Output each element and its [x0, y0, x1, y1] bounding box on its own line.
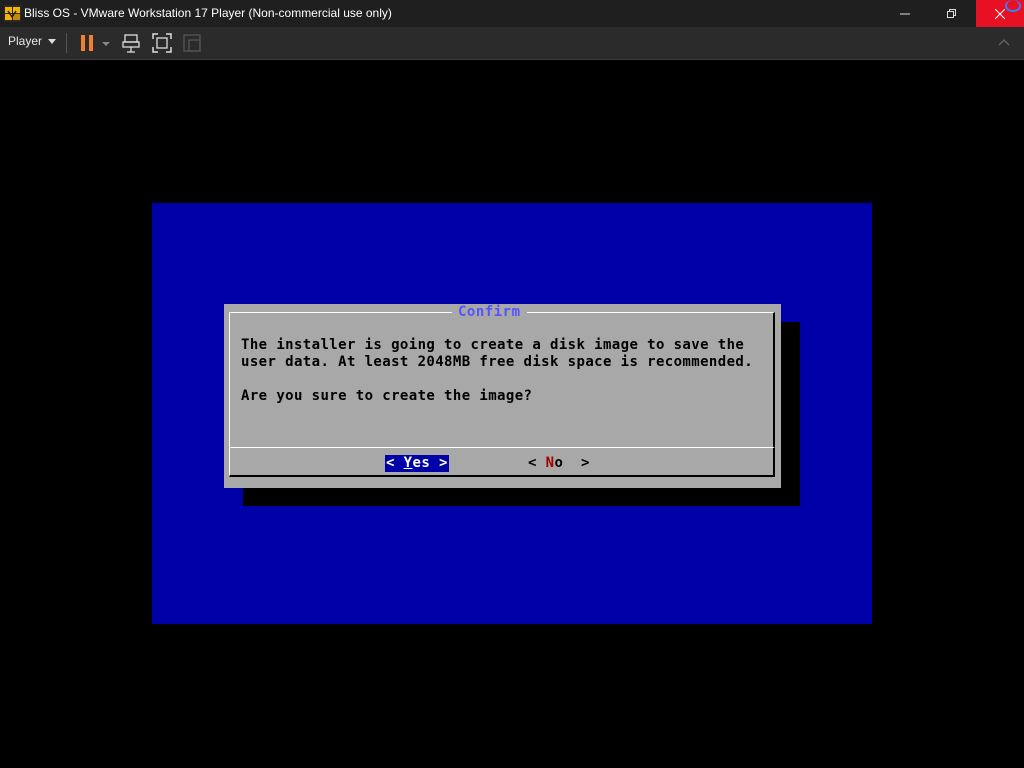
cursor-indicator [1005, 0, 1021, 12]
unity-icon[interactable] [181, 32, 203, 54]
dialog-message-line-2: user data. At least 2048MB free disk spa… [241, 354, 754, 370]
maximize-icon [947, 8, 956, 18]
confirm-dialog: Confirm The installer is going to create… [224, 304, 781, 488]
player-menu-button[interactable]: Player [8, 34, 57, 48]
maximize-button[interactable] [928, 0, 974, 27]
minimize-button[interactable] [882, 0, 928, 27]
close-icon [995, 8, 1005, 19]
no-button[interactable]: < No > [528, 455, 590, 472]
player-toolbar: Player [0, 27, 1024, 60]
window-title: Bliss OS - VMware Workstation 17 Player … [24, 6, 392, 20]
yes-button-hotkey: Y [403, 455, 413, 471]
minimize-icon [900, 13, 910, 14]
yes-button-prefix: < [386, 455, 404, 471]
vmware-player-window: Bliss OS - VMware Workstation 17 Player … [0, 0, 1024, 768]
dialog-message-line-1: The installer is going to create a disk … [241, 337, 745, 353]
no-button-hotkey: N [545, 455, 555, 471]
player-menu-label: Player [8, 34, 43, 48]
yes-button[interactable]: < Yes > [385, 455, 449, 472]
no-button-rest: o > [554, 455, 590, 471]
chevron-down-icon [48, 38, 57, 44]
send-ctrl-alt-del-icon[interactable] [121, 32, 143, 54]
vmware-player-icon [4, 5, 21, 22]
dialog-body-frame [229, 312, 775, 447]
collapse-toolbar-icon[interactable] [998, 37, 1012, 47]
no-button-prefix: < [528, 455, 546, 471]
title-bar[interactable]: Bliss OS - VMware Workstation 17 Player … [0, 0, 1024, 27]
fullscreen-icon[interactable] [151, 32, 173, 54]
dialog-title: Confirm [452, 304, 527, 320]
pause-icon[interactable] [77, 32, 99, 54]
toolbar-separator [66, 33, 67, 53]
dialog-question: Are you sure to create the image? [241, 388, 533, 404]
pause-dropdown-icon[interactable] [100, 32, 112, 54]
yes-button-rest: es > [412, 455, 448, 471]
dialog-button-bar [229, 447, 775, 477]
